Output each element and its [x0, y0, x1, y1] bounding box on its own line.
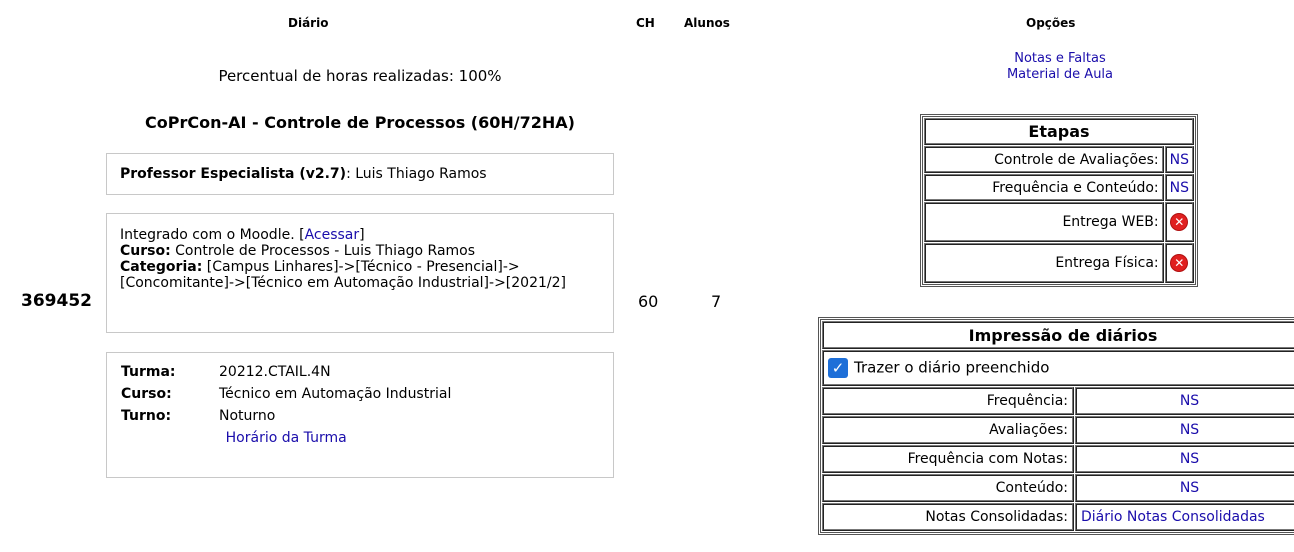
turma-value: 20212.CTAIL.4N — [219, 364, 331, 380]
impressao-label: Frequência com Notas: — [822, 445, 1074, 473]
impressao-frequencia-ns-link[interactable]: NS — [1180, 393, 1199, 409]
etapa-label: Entrega Física: — [924, 243, 1164, 283]
moodle-box: Integrado com o Moodle. [Acessar] Curso:… — [106, 213, 614, 333]
opcoes-links: Notas e Faltas Material de Aula — [960, 51, 1160, 83]
moodle-categoria-label: Categoria: — [120, 259, 203, 275]
professor-box: Professor Especialista (v2.7): Luis Thia… — [106, 153, 614, 195]
turma-turno-value: Noturno — [219, 408, 276, 424]
impressao-table: Impressão de diários ✓ Trazer o diário pr… — [818, 317, 1294, 535]
professor-name: : Luis Thiago Ramos — [346, 166, 487, 182]
etapa-frequencia-ns-link[interactable]: NS — [1170, 180, 1189, 196]
etapa-row-entrega-fisica: Entrega Física: ✕ — [924, 243, 1194, 283]
moodle-curso-value: Controle de Processos - Luis Thiago Ramo… — [170, 243, 476, 259]
horario-turma-link[interactable]: Horário da Turma — [226, 430, 347, 446]
etapa-label: Frequência e Conteúdo: — [924, 174, 1164, 201]
impressao-label: Notas Consolidadas: — [822, 503, 1074, 531]
turma-curso-label: Curso: — [121, 386, 172, 402]
x-circle-icon: ✕ — [1171, 214, 1188, 230]
turma-box: Turma: 20212.CTAIL.4N Curso: Técnico em … — [106, 352, 614, 478]
etapa-label: Controle de Avaliações: — [924, 146, 1164, 173]
x-circle-icon: ✕ — [1171, 255, 1188, 271]
turma-label: Turma: — [121, 364, 176, 380]
header-ch: CH — [636, 16, 655, 30]
turma-turno-label: Turno: — [121, 408, 172, 424]
impressao-title: Impressão de diários — [822, 321, 1294, 349]
alunos-value: 7 — [711, 292, 722, 311]
impressao-label: Frequência: — [822, 387, 1074, 415]
etapas-title: Etapas — [924, 118, 1194, 145]
notas-faltas-link[interactable]: Notas e Faltas — [1014, 51, 1105, 66]
moodle-prefix: Integrado com o Moodle. [ — [120, 227, 305, 243]
moodle-suffix: ] — [359, 227, 365, 243]
etapas-table: Etapas Controle de Avaliações: NS Frequê… — [920, 114, 1198, 287]
header-diario: Diário — [288, 16, 329, 30]
diario-id: 369452 — [21, 291, 92, 311]
impressao-label: Avaliações: — [822, 416, 1074, 444]
etapa-row-frequencia: Frequência e Conteúdo: NS — [924, 174, 1194, 201]
etapa-label: Entrega WEB: — [924, 202, 1164, 242]
professor-label: Professor Especialista (v2.7) — [120, 166, 347, 182]
turma-curso-value: Técnico em Automação Industrial — [219, 386, 452, 402]
impressao-avaliacoes-ns-link[interactable]: NS — [1180, 422, 1199, 438]
disciplina-title: CoPrCon-AI - Controle de Processos (60H/… — [145, 113, 575, 132]
trazer-preenchido-checkbox[interactable]: ✓ — [828, 358, 848, 378]
impressao-freq-notas-ns-link[interactable]: NS — [1180, 451, 1199, 467]
header-opcoes: Opções — [1026, 16, 1076, 30]
etapa-row-avaliacoes: Controle de Avaliações: NS — [924, 146, 1194, 173]
diario-notas-consolidadas-link[interactable]: Diário Notas Consolidadas — [1081, 509, 1265, 525]
trazer-preenchido-label: Trazer o diário preenchido — [854, 358, 1050, 377]
impressao-label: Conteúdo: — [822, 474, 1074, 502]
percentual-horas: Percentual de horas realizadas: 100% — [218, 67, 502, 85]
ch-value: 60 — [638, 292, 659, 311]
moodle-curso-label: Curso: — [120, 243, 171, 259]
moodle-access-link[interactable]: Acessar — [305, 227, 360, 243]
etapa-row-entrega-web: Entrega WEB: ✕ — [924, 202, 1194, 242]
impressao-conteudo-ns-link[interactable]: NS — [1180, 480, 1199, 496]
trazer-preenchido-row: ✓ Trazer o diário preenchido — [822, 350, 1294, 386]
header-alunos: Alunos — [684, 16, 730, 30]
material-aula-link[interactable]: Material de Aula — [1007, 67, 1113, 82]
turma-table: Turma: 20212.CTAIL.4N Curso: Técnico em … — [117, 361, 455, 449]
etapa-avaliacoes-ns-link[interactable]: NS — [1170, 152, 1189, 168]
